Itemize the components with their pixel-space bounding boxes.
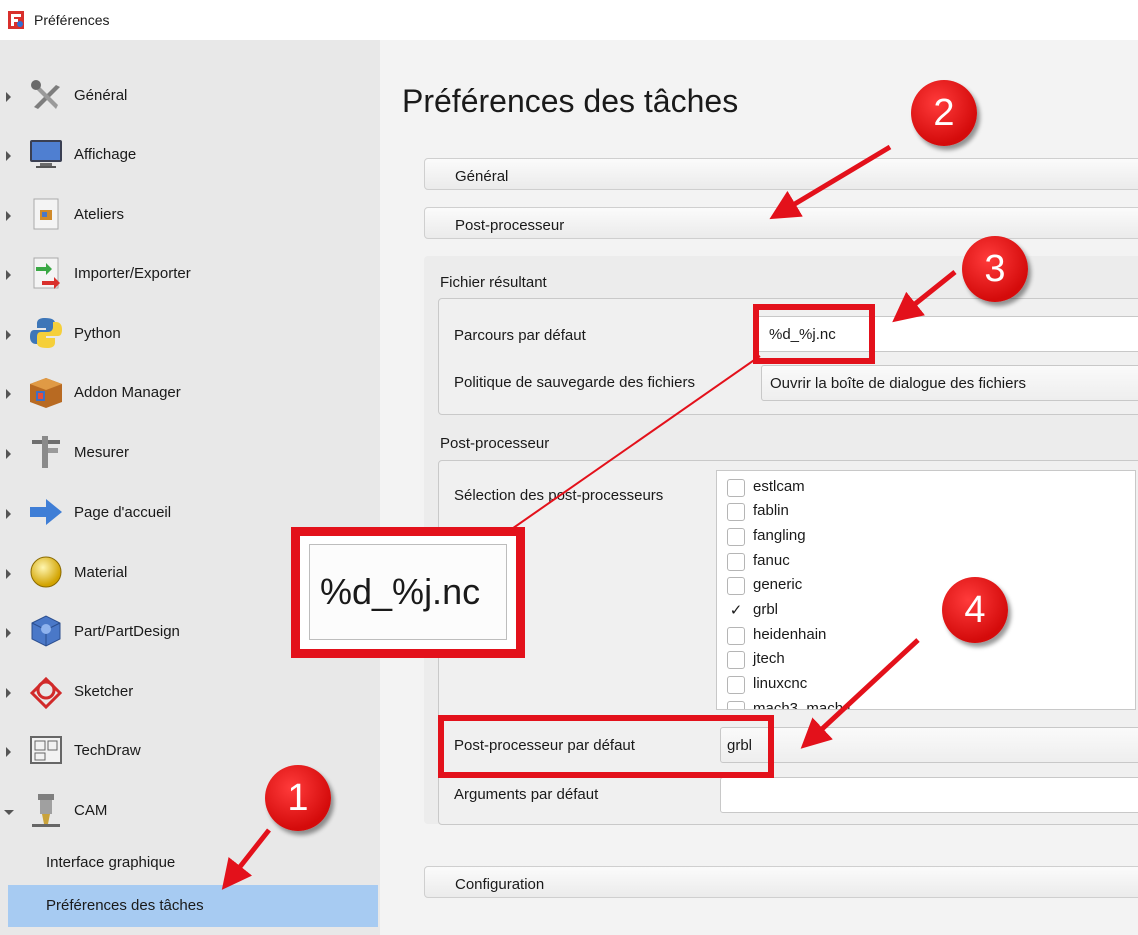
postprocessor-item-fangling[interactable]: fangling [727,526,1027,551]
sidebar-item-python[interactable]: Python [0,306,380,364]
checkbox[interactable] [727,676,745,694]
postprocessor-selection-label: Sélection des post-processeurs [454,487,664,504]
sidebar-label: Python [74,325,121,342]
checkbox[interactable] [727,577,745,595]
postprocessor-item-estlcam[interactable]: estlcam [727,477,1027,502]
postprocessor-list[interactable]: estlcam fablin fangling fanuc generic ✓ g… [716,470,1136,710]
sidebar-label: Préférences des tâches [46,897,204,914]
section-configuration-button[interactable]: Configuration [424,866,1138,898]
save-policy-value: Ouvrir la boîte de dialogue des fichiers [770,375,1026,392]
sidebar-item-import-export[interactable]: Importer/Exporter [0,246,380,304]
sidebar-label: Mesurer [74,444,130,461]
default-path-label: Parcours par défaut [454,327,586,344]
material-sphere-icon [30,556,62,588]
section-label: Général [455,168,509,185]
freecad-logo-icon [8,11,24,29]
postprocessor-item-fanuc[interactable]: fanuc [727,551,1027,576]
zoom-callout-field: %d_%j.nc [309,544,507,640]
highlight-default-path [753,304,875,364]
sidebar-label: Affichage [74,146,137,163]
zoom-callout: %d_%j.nc [291,527,525,658]
checkbox[interactable] [727,651,745,669]
monitor-icon [30,140,62,168]
sidebar-label: Part/PartDesign [74,623,180,640]
expand-arrow-icon[interactable] [6,389,11,399]
sidebar-item-techdraw[interactable]: TechDraw [0,723,380,781]
sidebar-item-workbenches[interactable]: Ateliers [0,187,380,245]
sidebar-item-gui[interactable]: Interface graphique [8,842,378,884]
sidebar-label: Importer/Exporter [74,265,191,282]
title-bar: Préférences [0,0,1138,40]
collapse-arrow-icon[interactable] [4,810,14,815]
sidebar-label: Addon Manager [74,384,181,401]
window-title: Préférences [34,12,110,28]
cam-mill-icon [32,794,60,827]
section-postprocessor-button[interactable]: Post-processeur [424,207,1138,239]
expand-arrow-icon[interactable] [6,509,11,519]
caliper-icon [32,436,60,468]
sidebar-label: TechDraw [74,742,141,759]
sidebar-label: Ateliers [74,206,125,223]
checkbox[interactable] [727,701,745,709]
postprocessor-item-fablin[interactable]: fablin [727,501,1027,526]
arrow-right-icon [30,499,62,525]
sketcher-icon [29,676,63,709]
output-file-group-title: Fichier résultant [440,274,547,291]
sidebar-item-measure[interactable]: Mesurer [0,425,380,483]
import-export-icon [33,257,60,289]
workbench-icon [33,198,59,230]
step-marker-4: 4 [942,577,1008,643]
save-policy-select[interactable]: Ouvrir la boîte de dialogue des fichiers [761,365,1138,401]
sidebar-label: CAM [74,802,108,819]
expand-arrow-icon[interactable] [6,92,11,102]
sidebar-label: Sketcher [74,683,134,700]
checkbox[interactable] [727,479,745,497]
section-general-button[interactable]: Général [424,158,1138,190]
sidebar-label: Général [74,87,128,104]
expand-arrow-icon[interactable] [6,151,11,161]
step-marker-1: 1 [265,765,331,831]
postprocessor-item-linuxcnc[interactable]: linuxcnc [727,674,1027,699]
expand-arrow-icon[interactable] [6,628,11,638]
sidebar-item-display[interactable]: Affichage [0,127,380,185]
section-label: Post-processeur [455,217,565,234]
checkbox[interactable] [727,528,745,546]
default-postprocessor-select[interactable]: grbl [720,727,1138,763]
sidebar-item-sketcher[interactable]: Sketcher [0,664,380,722]
checkbox-checked[interactable]: ✓ [727,602,745,620]
sidebar-label: Page d'accueil [74,504,172,521]
expand-arrow-icon[interactable] [6,211,11,221]
step-marker-2: 2 [911,80,977,146]
sidebar-item-job-preferences[interactable]: Préférences des tâches [8,885,378,927]
expand-arrow-icon[interactable] [6,330,11,340]
checkbox[interactable] [727,503,745,521]
sidebar-label: Material [74,564,128,581]
expand-arrow-icon[interactable] [6,747,11,757]
expand-arrow-icon[interactable] [6,688,11,698]
section-label: Configuration [455,876,545,893]
highlight-default-postprocessor [438,715,774,778]
step-marker-3: 3 [962,236,1028,302]
sidebar-item-general[interactable]: Général [0,68,380,126]
page-title: Préférences des tâches [402,83,739,119]
sidebar-label: Interface graphique [46,854,176,871]
expand-arrow-icon[interactable] [6,449,11,459]
python-icon [30,318,62,348]
default-arguments-label: Arguments par défaut [454,786,599,803]
zoom-callout-text: %d_%j.nc [320,571,481,612]
postprocessor-item-jtech[interactable]: jtech [727,649,1027,674]
checkbox[interactable] [727,553,745,571]
default-arguments-input[interactable] [720,777,1138,813]
expand-arrow-icon[interactable] [6,270,11,280]
part-design-icon [31,615,61,647]
postprocessor-item-mach3-mach4[interactable]: mach3_mach4 [727,699,1027,709]
tools-icon [31,80,60,109]
postprocessor-group-title: Post-processeur [440,435,550,452]
checkbox[interactable] [727,627,745,645]
package-icon [30,378,62,408]
expand-arrow-icon[interactable] [6,569,11,579]
save-policy-label: Politique de sauvegarde des fichiers [454,374,695,391]
sidebar-item-addon-manager[interactable]: Addon Manager [0,365,380,423]
techdraw-icon [30,736,62,764]
